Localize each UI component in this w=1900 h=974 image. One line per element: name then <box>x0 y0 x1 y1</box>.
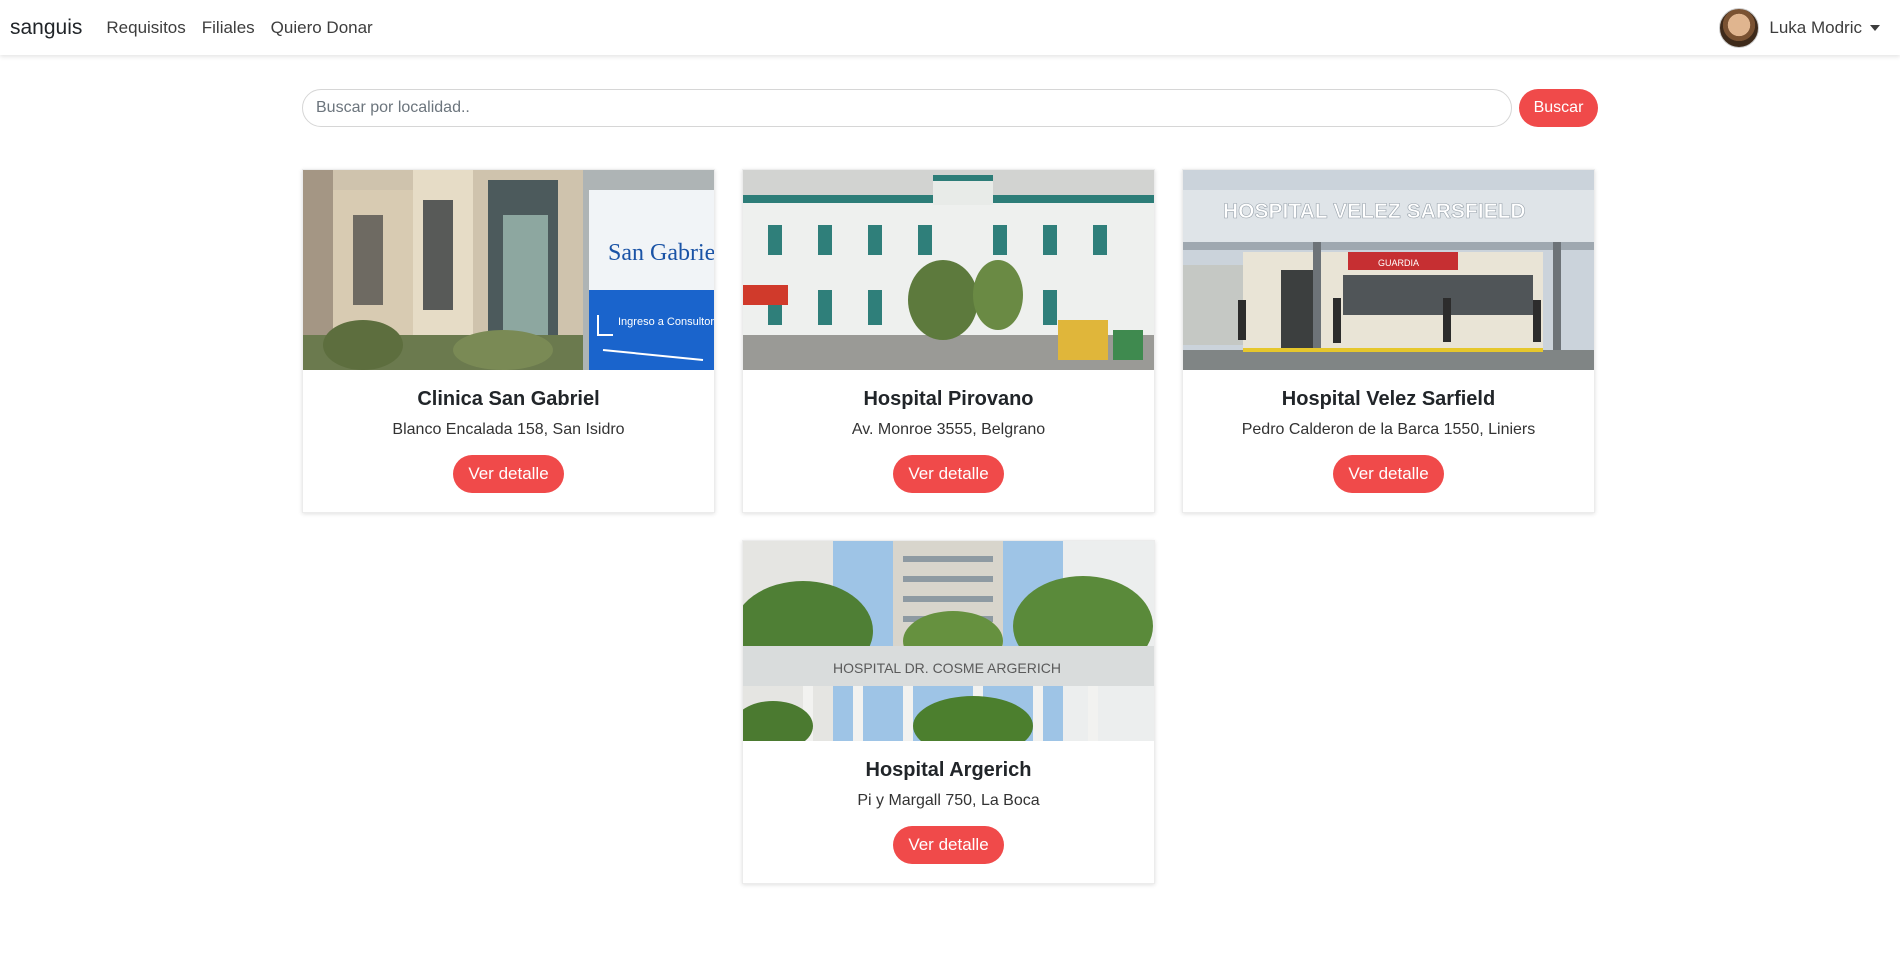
nav-link-filiales[interactable]: Filiales <box>202 18 255 38</box>
sign-text: HOSPITAL DR. COSME ARGERICH <box>833 660 1061 676</box>
hospital-card: San Gabriel Ingreso a Consultorios Clini… <box>302 169 715 513</box>
ver-detalle-button[interactable]: Ver detalle <box>893 455 1004 493</box>
card-address: Blanco Encalada 158, San Isidro <box>392 421 625 438</box>
hospital-image <box>743 170 1154 370</box>
sign-subtext: Ingreso a Consultorios <box>618 316 714 328</box>
card-address: Av. Monroe 3555, Belgrano <box>851 421 1046 438</box>
avatar <box>1719 8 1760 48</box>
sign-text: HOSPITAL VELEZ SARSFIELD <box>1223 200 1526 223</box>
navbar: sanguis Requisitos Filiales Quiero Donar… <box>0 0 1900 55</box>
hospital-image: San Gabriel Ingreso a Consultorios <box>303 170 714 370</box>
chevron-down-icon <box>1870 25 1880 31</box>
card-address: Pedro Calderon de la Barca 1550, Liniers <box>1241 421 1536 438</box>
hospital-card: Hospital Pirovano Av. Monroe 3555, Belgr… <box>742 169 1155 513</box>
card-title: Clinica San Gabriel <box>417 388 600 410</box>
hospital-card: HOSPITAL VELEZ SARSFIELD GUARDIA Hospita… <box>1182 169 1595 513</box>
card-title: Hospital Pirovano <box>863 388 1034 410</box>
card-title: Hospital Argerich <box>865 759 1032 781</box>
user-name: Luka Modric <box>1769 18 1862 37</box>
nav-link-requisitos[interactable]: Requisitos <box>106 18 185 38</box>
sign-text: San Gabriel <box>608 240 714 266</box>
search-bar: Buscar <box>302 89 1598 127</box>
brand-logo[interactable]: sanguis <box>10 16 82 40</box>
hospital-card: HOSPITAL DR. COSME ARGERICH Hospital Arg… <box>742 540 1155 884</box>
card-address: Pi y Margall 750, La Boca <box>857 792 1040 809</box>
ver-detalle-button[interactable]: Ver detalle <box>1333 455 1444 493</box>
search-input[interactable] <box>302 89 1512 127</box>
hospital-image: HOSPITAL VELEZ SARSFIELD GUARDIA <box>1183 170 1594 370</box>
sign-subtext: GUARDIA <box>1378 258 1419 268</box>
search-button[interactable]: Buscar <box>1519 89 1598 127</box>
user-menu[interactable]: Luka Modric <box>1719 8 1880 48</box>
nav-link-quiero-donar[interactable]: Quiero Donar <box>271 18 373 38</box>
ver-detalle-button[interactable]: Ver detalle <box>893 826 1004 864</box>
card-title: Hospital Velez Sarfield <box>1281 388 1496 410</box>
hospital-image: HOSPITAL DR. COSME ARGERICH <box>743 541 1154 741</box>
ver-detalle-button[interactable]: Ver detalle <box>453 455 564 493</box>
